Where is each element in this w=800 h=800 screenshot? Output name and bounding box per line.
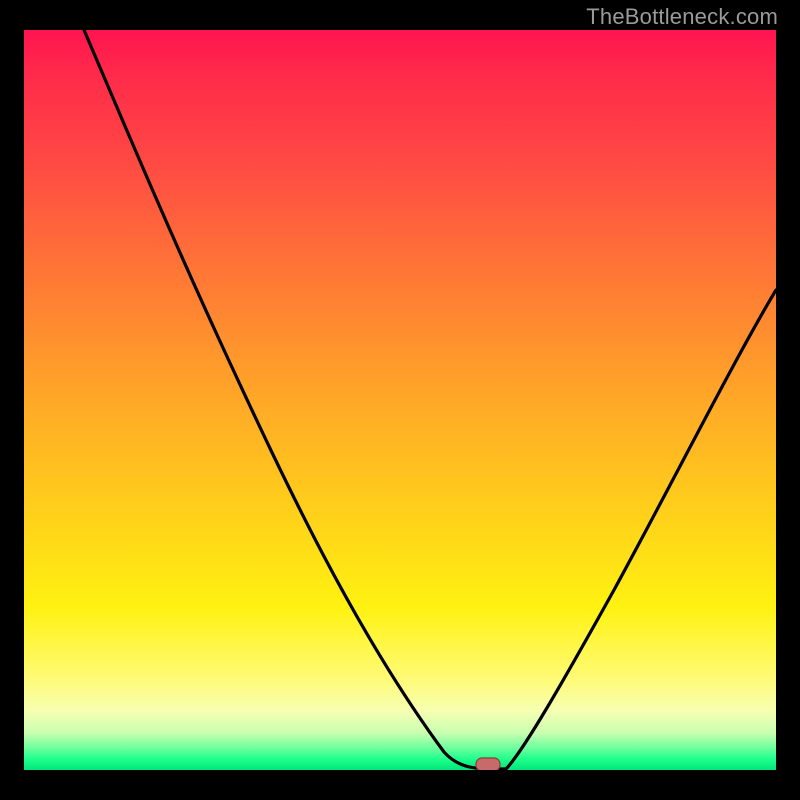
bottleneck-curve: [84, 30, 776, 769]
plot-area: [24, 30, 776, 770]
min-marker: [476, 758, 500, 770]
curve-layer: [24, 30, 776, 770]
watermark-text: TheBottleneck.com: [586, 4, 778, 30]
chart-frame: TheBottleneck.com: [0, 0, 800, 800]
